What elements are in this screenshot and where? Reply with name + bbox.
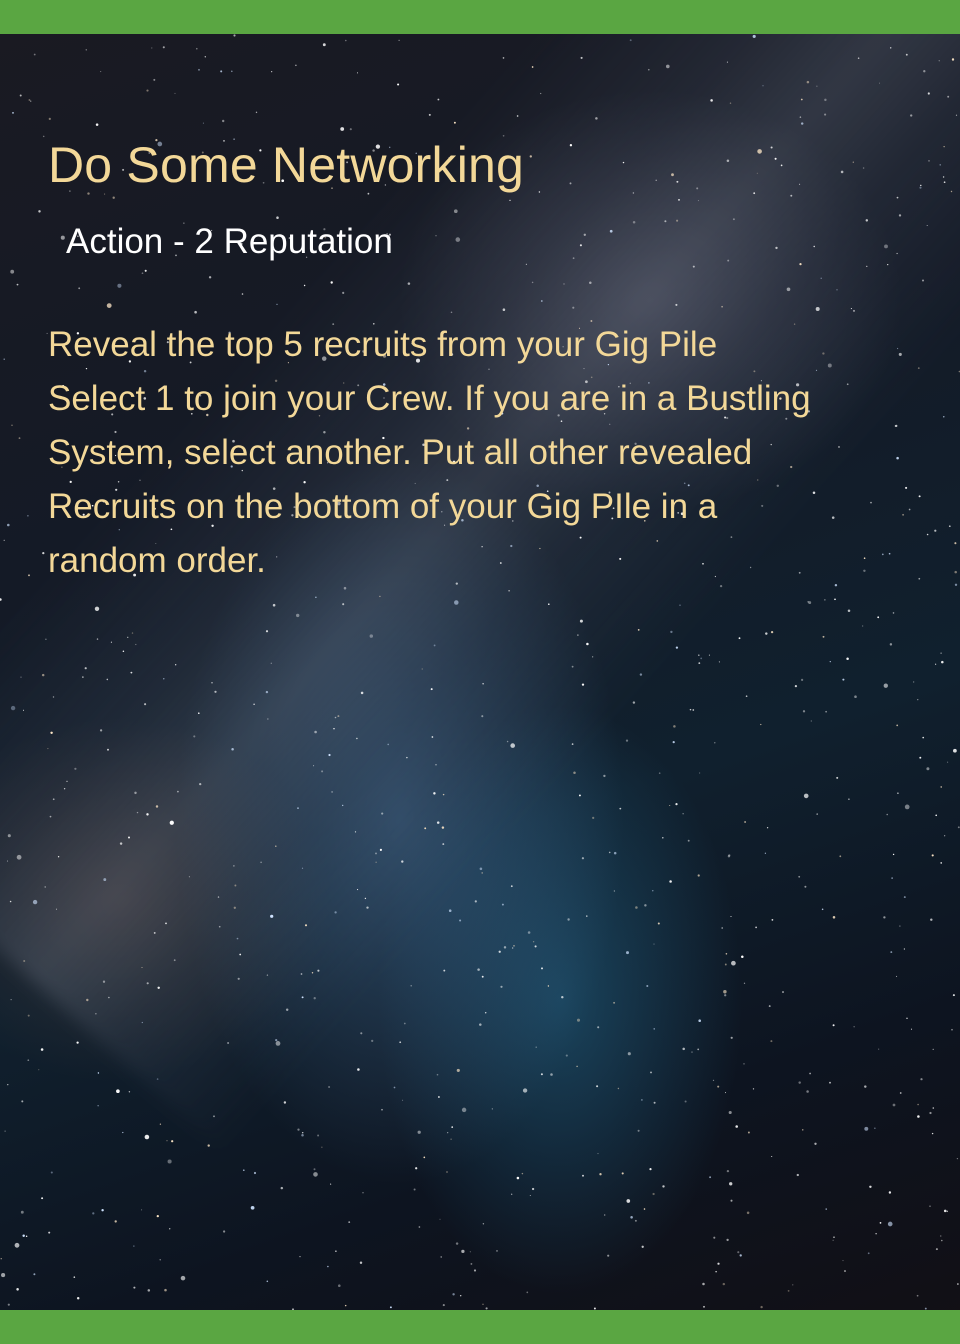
rules-line: Select 1 to join your Crew. If you are i… bbox=[48, 379, 811, 418]
card-subtitle: Action - 2 Reputation bbox=[66, 222, 393, 261]
bottom-frame-bar bbox=[0, 1310, 960, 1344]
rules-line: random order. bbox=[48, 541, 266, 580]
starfield-background bbox=[0, 34, 960, 1311]
rules-line: System, select another. Put all other re… bbox=[48, 433, 753, 472]
card-title: Do Some Networking bbox=[48, 137, 525, 193]
rules-line: Recruits on the bottom of your Gig PIle … bbox=[48, 487, 718, 526]
top-frame-bar bbox=[0, 0, 960, 34]
game-card: Do Some Networking Action - 2 Reputation… bbox=[0, 0, 960, 1344]
card-rules-text: Reveal the top 5 recruits from your Gig … bbox=[48, 318, 928, 588]
rules-line: Reveal the top 5 recruits from your Gig … bbox=[48, 325, 718, 364]
